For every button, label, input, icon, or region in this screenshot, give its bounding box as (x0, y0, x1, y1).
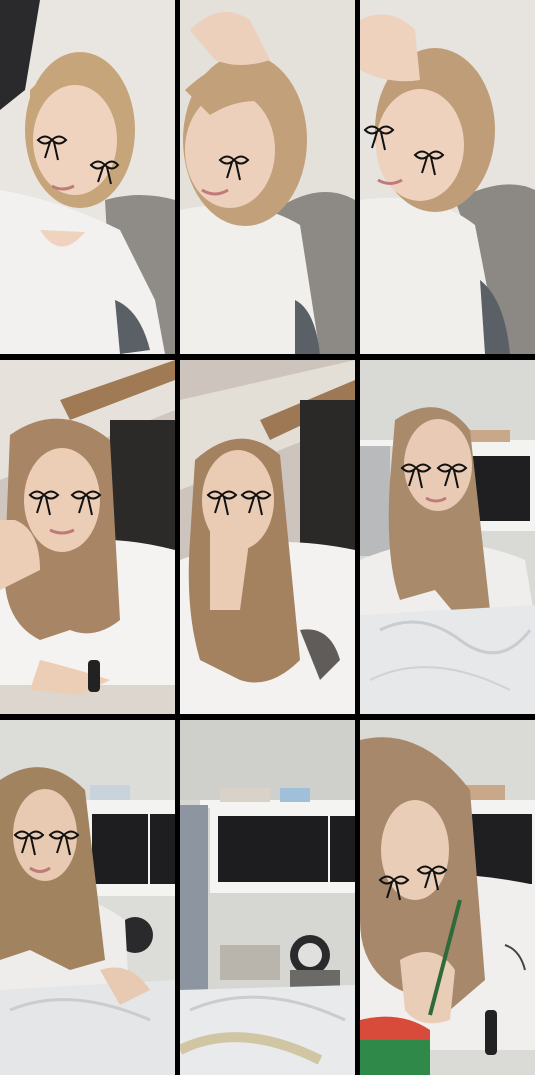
collage-tile-2 (180, 0, 355, 354)
collage-tile-9 (360, 720, 535, 1075)
tile-3-illustration (360, 0, 535, 354)
tile-2-illustration (180, 0, 355, 354)
tile-8-illustration (180, 720, 355, 1075)
collage-tile-5 (180, 360, 355, 714)
collage-tile-3 (360, 0, 535, 354)
tile-1-illustration (0, 0, 175, 354)
tile-5-illustration (180, 360, 355, 714)
tile-7-illustration (0, 720, 175, 1075)
collage-tile-8 (180, 720, 355, 1075)
collage-tile-4 (0, 360, 175, 714)
collage-tile-7 (0, 720, 175, 1075)
collage-tile-6 (360, 360, 535, 714)
tile-6-illustration (360, 360, 535, 714)
tile-4-illustration (0, 360, 175, 714)
collage-tile-1 (0, 0, 175, 354)
photo-collage (0, 0, 535, 1075)
tile-9-illustration (360, 720, 535, 1075)
